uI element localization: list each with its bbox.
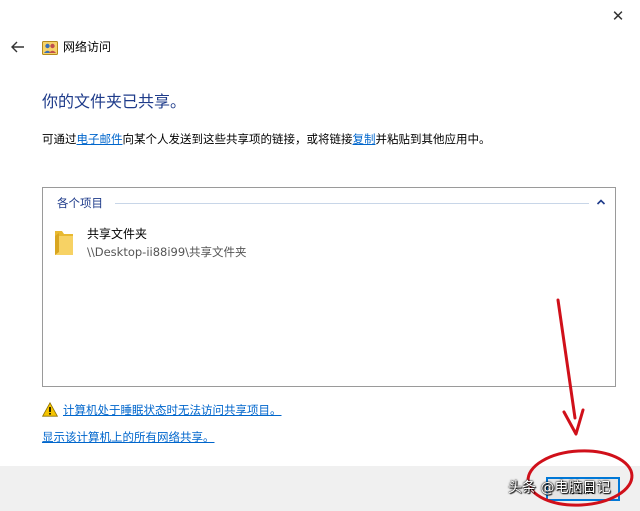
done-button[interactable]: 完成 <box>546 477 620 501</box>
desc-text-2: 向某个人发送到这些共享项的链接，或将链接 <box>122 132 353 146</box>
group-header-label: 各个项目 <box>57 196 103 210</box>
copy-link[interactable]: 复制 <box>353 132 376 146</box>
item-path: \\Desktop-ii88i99\共享文件夹 <box>87 245 247 259</box>
share-description: 可通过电子邮件向某个人发送到这些共享项的链接，或将链接复制并粘贴到其他应用中。 <box>42 130 491 148</box>
group-divider <box>115 203 589 204</box>
chevron-up-icon[interactable] <box>595 196 607 208</box>
desc-text-3: 并粘贴到其他应用中。 <box>375 132 491 146</box>
back-arrow-icon[interactable] <box>9 38 27 56</box>
folder-icon <box>55 231 73 255</box>
sleep-warning-link[interactable]: 计算机处于睡眠状态时无法访问共享项目。 <box>63 401 282 419</box>
page-heading: 你的文件夹已共享。 <box>42 92 187 111</box>
show-all-shares-link[interactable]: 显示该计算机上的所有网络共享。 <box>42 428 215 446</box>
wizard-title: 网络访问 <box>63 40 112 54</box>
annotation-arrow-head <box>562 408 585 436</box>
close-button[interactable]: ✕ <box>610 8 626 24</box>
shared-items-list: 各个项目 共享文件夹 \\Desktop-ii88i99\共享文件夹 <box>42 187 616 387</box>
warning-icon <box>42 402 58 417</box>
network-access-window: ✕ 网络访问 你的文件夹已共享。 可通过电子邮件向某个人发送到这些共享项的链接，… <box>0 0 640 511</box>
wizard-titlebar: 网络访问 <box>0 32 640 62</box>
email-link[interactable]: 电子邮件 <box>77 132 123 146</box>
close-icon: ✕ <box>611 7 625 25</box>
network-users-icon <box>42 41 58 55</box>
desc-text-1: 可通过 <box>42 132 77 146</box>
item-name: 共享文件夹 <box>87 227 148 241</box>
wizard-footer: 完成 <box>0 466 640 511</box>
